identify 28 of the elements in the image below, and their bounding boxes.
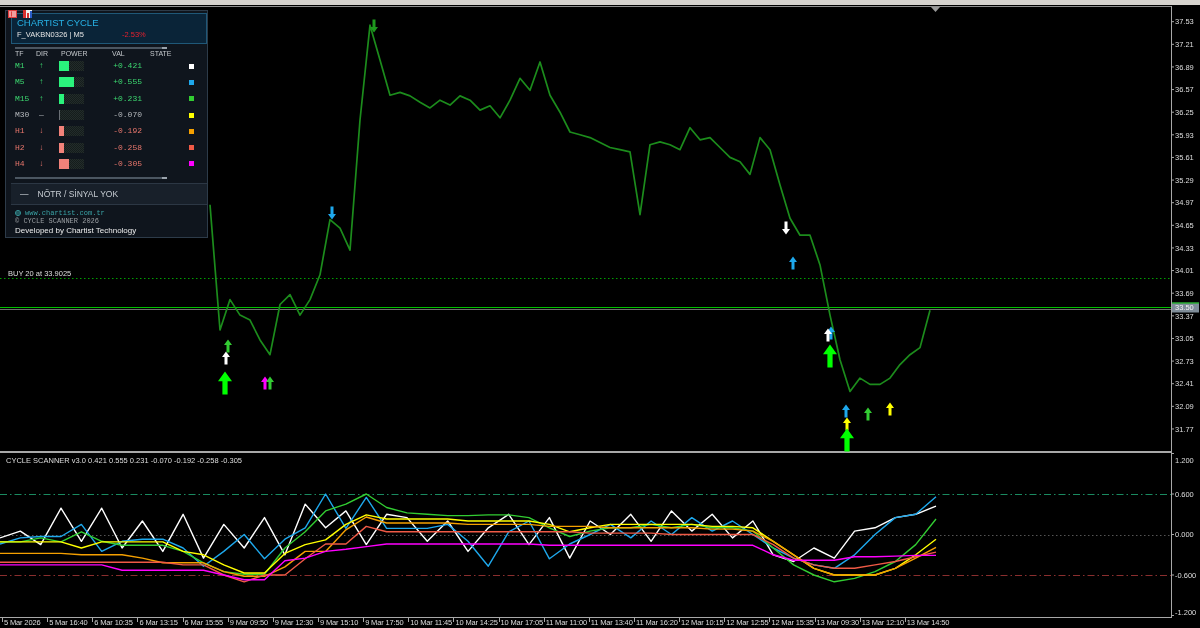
bar-chart-icon[interactable] xyxy=(23,10,32,18)
direction-arrow: ↓ xyxy=(39,126,44,137)
globe-icon xyxy=(15,210,21,217)
timeframe-label: M1 xyxy=(15,61,25,72)
panel-title: CHARTIST CYCLE xyxy=(17,17,99,29)
timeframe-label: M5 xyxy=(15,77,25,88)
direction-arrow: ↑ xyxy=(39,77,44,88)
value-label: -0.192 xyxy=(113,126,142,137)
credit-label: Developed by Chartist Technology xyxy=(15,226,137,237)
status-label: NÖTR / SİNYAL YOK xyxy=(37,189,119,200)
timeframe-label: H1 xyxy=(15,126,25,137)
value-label: +0.555 xyxy=(113,77,142,88)
timeframe-label: M30 xyxy=(15,110,30,121)
status-dash: — xyxy=(20,189,29,200)
value-label: +0.421 xyxy=(113,61,142,72)
value-label: -0.258 xyxy=(113,142,142,153)
timeframe-label: H2 xyxy=(15,142,25,153)
timeframe-label: M15 xyxy=(15,93,30,104)
direction-arrow: — xyxy=(39,110,44,121)
direction-arrow: ↓ xyxy=(39,142,44,153)
direction-arrow: ↓ xyxy=(39,158,44,169)
direction-arrow: ↑ xyxy=(39,93,44,104)
direction-arrow: ↑ xyxy=(39,61,44,72)
timeframe-label: H4 xyxy=(15,158,25,169)
value-label: -0.070 xyxy=(113,110,142,121)
value-label: -0.305 xyxy=(113,158,142,169)
triangle-icon[interactable] xyxy=(931,7,940,12)
value-label: +0.231 xyxy=(113,93,142,104)
